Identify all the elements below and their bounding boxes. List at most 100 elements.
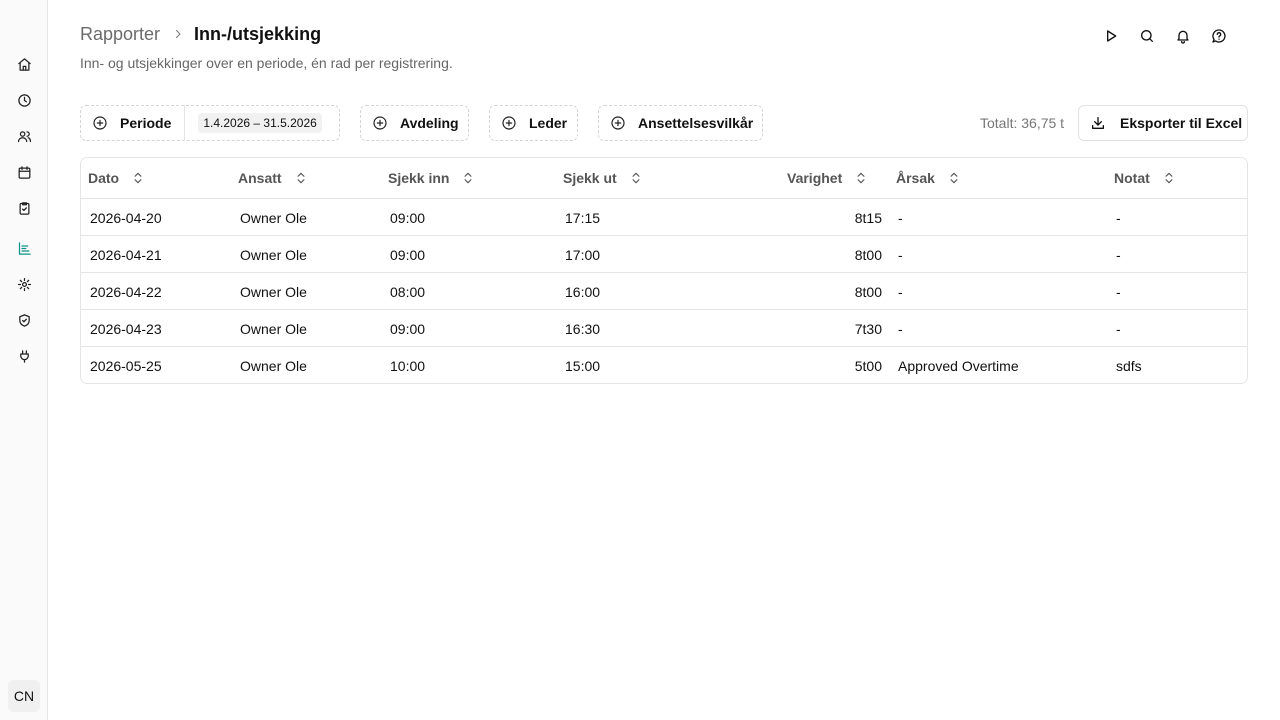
column-header-label: Dato bbox=[88, 170, 120, 186]
table-row[interactable]: 2026-04-22 Owner Ole 08:00 16:00 8t00 - … bbox=[81, 273, 1247, 310]
sort-icon bbox=[947, 171, 961, 185]
column-header-check-in[interactable]: Sjekk inn bbox=[388, 158, 475, 198]
home-icon bbox=[17, 57, 31, 71]
table-row[interactable]: 2026-04-20 Owner Ole 09:00 17:15 8t15 - … bbox=[81, 199, 1247, 236]
export-excel-button[interactable]: Eksporter til Excel bbox=[1078, 105, 1248, 141]
column-header-label: Sjekk inn bbox=[388, 170, 450, 186]
cell-date: 2026-05-25 bbox=[90, 357, 162, 374]
column-header-note[interactable]: Notat bbox=[1114, 158, 1176, 198]
column-header-label: Sjekk ut bbox=[563, 170, 617, 186]
sidebar-item-tasks[interactable] bbox=[10, 194, 38, 222]
play-icon bbox=[1107, 30, 1117, 42]
sidebar-item-time[interactable] bbox=[10, 86, 38, 114]
column-header-label: Årsak bbox=[896, 170, 935, 186]
download-icon bbox=[1090, 115, 1106, 131]
filter-divider bbox=[184, 105, 186, 141]
export-excel-label: Eksporter til Excel bbox=[1120, 115, 1243, 131]
column-header-label: Varighet bbox=[787, 170, 843, 186]
search-icon bbox=[1141, 30, 1153, 42]
breadcrumb-parent[interactable]: Rapporter bbox=[80, 24, 160, 45]
manager-filter[interactable]: Leder bbox=[489, 105, 578, 141]
cell-duration: 5t00 bbox=[854, 357, 882, 374]
page-subtitle: Inn- og utsjekkinger over en periode, én… bbox=[80, 55, 453, 71]
plug-icon bbox=[19, 349, 29, 363]
plus-circle-icon bbox=[92, 115, 108, 131]
sidebar-item-settings[interactable] bbox=[10, 270, 38, 298]
sort-icon bbox=[131, 171, 145, 185]
sidebar-item-employees[interactable] bbox=[10, 122, 38, 150]
column-header-reason[interactable]: Årsak bbox=[896, 158, 961, 198]
department-filter-label: Avdeling bbox=[400, 115, 459, 131]
period-filter[interactable]: Periode 1.4.2026 – 31.5.2026 bbox=[80, 105, 340, 141]
cell-duration: 8t00 bbox=[854, 246, 882, 263]
cell-date: 2026-04-21 bbox=[90, 246, 162, 263]
cell-check-out: 17:15 bbox=[565, 209, 601, 226]
plus-circle-icon bbox=[501, 115, 517, 131]
table-row[interactable]: 2026-05-25 Owner Ole 10:00 15:00 5t00 Ap… bbox=[81, 347, 1247, 383]
sidebar-item-calendar[interactable] bbox=[10, 158, 38, 186]
employment-terms-filter[interactable]: Ansettelsesvilkår bbox=[598, 105, 763, 141]
cell-employee: Owner Ole bbox=[240, 357, 307, 374]
plus-circle-icon bbox=[372, 115, 388, 131]
table-row[interactable]: 2026-04-21 Owner Ole 09:00 17:00 8t00 - … bbox=[81, 236, 1247, 273]
notifications-button[interactable] bbox=[1172, 24, 1194, 48]
search-button[interactable] bbox=[1136, 24, 1158, 48]
cell-check-out: 16:00 bbox=[565, 283, 601, 300]
column-header-date[interactable]: Dato bbox=[88, 158, 145, 198]
sidebar-item-security[interactable] bbox=[10, 306, 38, 334]
start-timer-button[interactable] bbox=[1100, 24, 1122, 48]
clipboard-check-icon bbox=[19, 201, 29, 215]
cell-employee: Owner Ole bbox=[240, 246, 307, 263]
total-hours: Totalt: 36,75 t bbox=[980, 115, 1065, 131]
column-header-check-out[interactable]: Sjekk ut bbox=[563, 158, 643, 198]
period-value-chip[interactable]: 1.4.2026 – 31.5.2026 bbox=[198, 113, 322, 133]
cell-reason: - bbox=[898, 209, 903, 226]
users-icon bbox=[17, 130, 31, 142]
department-filter[interactable]: Avdeling bbox=[360, 105, 469, 141]
page-title: Inn-/utsjekking bbox=[194, 23, 322, 44]
cell-note: - bbox=[1116, 320, 1121, 337]
sort-icon bbox=[854, 171, 868, 185]
cell-note: - bbox=[1116, 246, 1121, 263]
cell-check-out: 16:30 bbox=[565, 320, 601, 337]
manager-filter-label: Leder bbox=[529, 115, 568, 131]
cell-check-in: 09:00 bbox=[390, 209, 426, 226]
chevron-right-icon bbox=[172, 28, 184, 40]
cell-check-in: 09:00 bbox=[390, 246, 426, 263]
cell-check-out: 17:00 bbox=[565, 246, 601, 263]
cell-employee: Owner Ole bbox=[240, 209, 307, 226]
sidebar-item-home[interactable] bbox=[10, 50, 38, 78]
gear-icon bbox=[17, 277, 31, 291]
table-header: Dato Ansatt Sjekk inn Sjekk ut Varighet … bbox=[81, 158, 1247, 199]
sidebar: CN bbox=[0, 0, 48, 720]
breadcrumb: Rapporter Inn-/utsjekking bbox=[80, 22, 321, 46]
cell-employee: Owner Ole bbox=[240, 320, 307, 337]
top-actions bbox=[1100, 24, 1230, 48]
sort-icon bbox=[629, 171, 643, 185]
cell-date: 2026-04-23 bbox=[90, 320, 162, 337]
cell-reason: - bbox=[898, 283, 903, 300]
cell-date: 2026-04-20 bbox=[90, 209, 162, 226]
cell-check-in: 08:00 bbox=[390, 283, 426, 300]
cell-employee: Owner Ole bbox=[240, 283, 307, 300]
cell-check-in: 10:00 bbox=[390, 357, 426, 374]
sort-icon bbox=[461, 171, 475, 185]
sidebar-item-integrations[interactable] bbox=[10, 342, 38, 370]
cell-check-out: 15:00 bbox=[565, 357, 601, 374]
cell-duration: 8t00 bbox=[854, 283, 882, 300]
cell-reason: - bbox=[898, 246, 903, 263]
bell-icon bbox=[1177, 30, 1189, 44]
shield-check-icon bbox=[18, 313, 30, 327]
report-chart-icon bbox=[18, 241, 31, 255]
help-button[interactable] bbox=[1208, 24, 1230, 48]
employment-terms-filter-label: Ansettelsesvilkår bbox=[638, 115, 754, 131]
sidebar-item-reports[interactable] bbox=[10, 234, 38, 262]
cell-duration: 8t15 bbox=[854, 209, 882, 226]
sort-icon bbox=[1162, 171, 1176, 185]
table-row[interactable]: 2026-04-23 Owner Ole 09:00 16:30 7t30 - … bbox=[81, 310, 1247, 347]
clock-icon bbox=[17, 93, 31, 107]
column-header-employee[interactable]: Ansatt bbox=[238, 158, 308, 198]
cell-duration: 7t30 bbox=[854, 320, 882, 337]
avatar[interactable]: CN bbox=[8, 680, 40, 712]
column-header-duration[interactable]: Varighet bbox=[787, 158, 868, 198]
